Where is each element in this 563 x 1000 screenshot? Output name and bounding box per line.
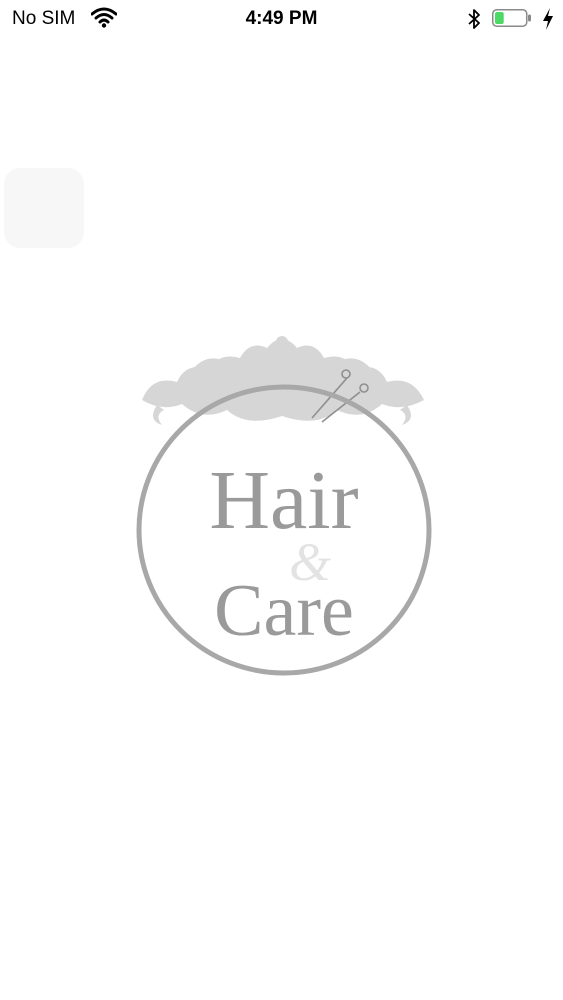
charging-icon [543,8,553,30]
hair-and-care-logo: Hair & Care [136,336,432,676]
battery-fill [495,12,504,24]
crown-ornament [142,336,424,425]
status-bar: No SIM 4:49 PM [0,0,563,40]
app-icon-placeholder [4,168,84,248]
logo-word-hair: Hair [209,454,358,547]
battery-icon [492,9,531,27]
logo-word-care: Care [214,570,354,652]
bluetooth-icon [468,9,480,29]
